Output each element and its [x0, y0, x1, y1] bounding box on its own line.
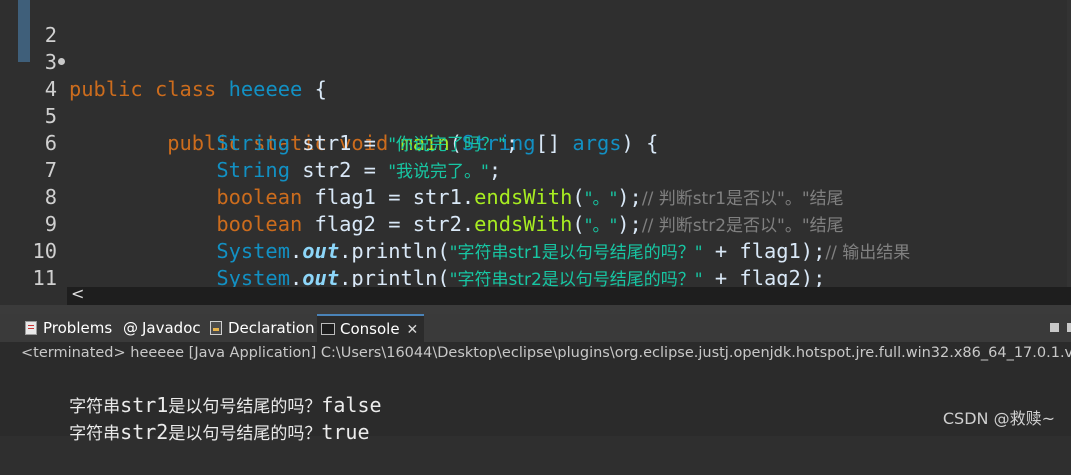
close-icon[interactable]: ✕ — [407, 322, 419, 338]
terminated-status: <terminated> heeeee [Java Application] C… — [21, 345, 1071, 361]
csdn-watermark: CSDN @救赎~ — [942, 409, 1055, 428]
code-line-12[interactable]: 12 } — [0, 265, 1071, 287]
code-line-5[interactable]: 5 String str1 = "你说完了吗？"; — [0, 76, 1071, 155]
at-icon: @ — [123, 319, 138, 337]
console-output[interactable]: 字符串str1是以句号结尾的吗？false 字符串str2是以句号结尾的吗？tr… — [0, 364, 1071, 444]
tab-label: Declaration — [228, 319, 315, 337]
console-line-2: 字符串str2是以句号结尾的吗？true — [21, 392, 369, 444]
tab-problems[interactable]: Problems — [24, 314, 112, 342]
maximize-icon[interactable] — [1067, 323, 1071, 332]
tab-declaration[interactable]: Declaration — [209, 314, 314, 342]
panel-controls — [1042, 319, 1071, 337]
declaration-icon — [209, 314, 223, 342]
code-line-9[interactable]: 9 System.out.println("字符串str1是以句号结尾的吗？" … — [0, 184, 1071, 263]
problems-icon — [24, 314, 38, 342]
tab-javadoc[interactable]: @ Javadoc — [123, 314, 201, 342]
horizontal-scrollbar[interactable]: < — [67, 284, 1071, 305]
editor-edge — [1067, 0, 1071, 287]
code-line-10[interactable]: 10 System.out.println("字符串str2是以句号结尾的吗？"… — [0, 211, 1071, 287]
output-var: str2 — [120, 420, 169, 444]
panel-divider[interactable] — [0, 305, 1071, 314]
bottom-panel-tabs: Problems @ Javadoc Declaration Console ✕ — [0, 314, 1071, 342]
scroll-left-icon[interactable]: < — [71, 284, 84, 303]
tab-label: Javadoc — [142, 319, 201, 337]
code-line-11[interactable]: 11 } — [0, 238, 1071, 287]
tab-label: Problems — [43, 319, 113, 337]
console-line-1: 字符串str1是以句号结尾的吗？false — [21, 365, 381, 417]
console-icon — [321, 316, 335, 342]
output-prefix: 字符串 — [69, 424, 121, 444]
code-lines: 2 3 public class heeeee { 4 public stati… — [0, 0, 1071, 287]
code-editor[interactable]: 2 3 public class heeeee { 4 public stati… — [0, 0, 1071, 287]
code-line-7[interactable]: 7 boolean flag1 = str1.endsWith("。");// … — [0, 130, 1071, 209]
code-line-8[interactable]: 8 boolean flag2 = str2.endsWith("。");// … — [0, 157, 1071, 236]
code-line-4[interactable]: 4 public static void main(String[] args)… — [0, 49, 1071, 155]
minimize-icon[interactable] — [1050, 323, 1059, 332]
code-line-2: 2 — [0, 0, 1071, 47]
output-text: 是以句号结尾的吗？ — [168, 424, 322, 444]
fold-icon[interactable] — [58, 58, 65, 65]
code-line-3[interactable]: 3 public class heeeee { — [0, 22, 1071, 101]
tab-console[interactable]: Console ✕ — [317, 314, 425, 342]
console-status-bar: <terminated> heeeee [Java Application] C… — [0, 342, 1071, 364]
output-value: true — [321, 420, 370, 444]
gutter-bottom — [0, 287, 67, 305]
code-line-6[interactable]: 6 String str2 = "我说完了。"; — [0, 103, 1071, 182]
tab-label: Console — [340, 320, 400, 338]
